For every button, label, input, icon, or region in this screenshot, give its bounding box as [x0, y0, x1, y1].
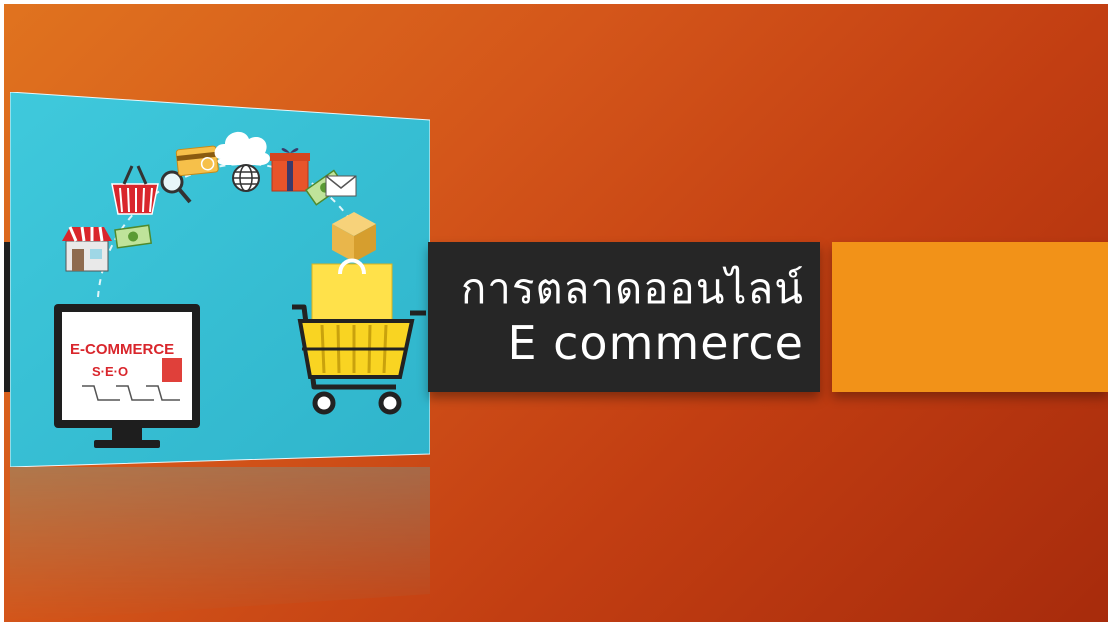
globe-icon [232, 164, 260, 192]
slide-title-english: E commerce [507, 316, 804, 370]
ecommerce-illustration: E-COMMERCE S·E·O [10, 92, 430, 467]
title-box: การตลาดออนไลน์ E commerce [428, 242, 820, 392]
accent-box [832, 242, 1108, 392]
illustration-reflection [10, 467, 430, 622]
credit-card-icon [175, 145, 219, 177]
money-icon [114, 224, 153, 249]
shop-icon [62, 226, 112, 272]
envelope-icon [325, 175, 357, 197]
slide: E-COMMERCE S·E·O การตลาดออนไลน์ E commer… [4, 4, 1108, 622]
slide-title-thai: การตลาดออนไลน์ [460, 264, 804, 313]
monitor-ecommerce-text: E-COMMERCE [70, 341, 174, 358]
shopping-bag-icon [311, 258, 393, 325]
monitor-icon: E-COMMERCE S·E·O [54, 304, 200, 448]
gift-icon [270, 148, 310, 192]
monitor-seo-text: S·E·O [92, 364, 128, 379]
